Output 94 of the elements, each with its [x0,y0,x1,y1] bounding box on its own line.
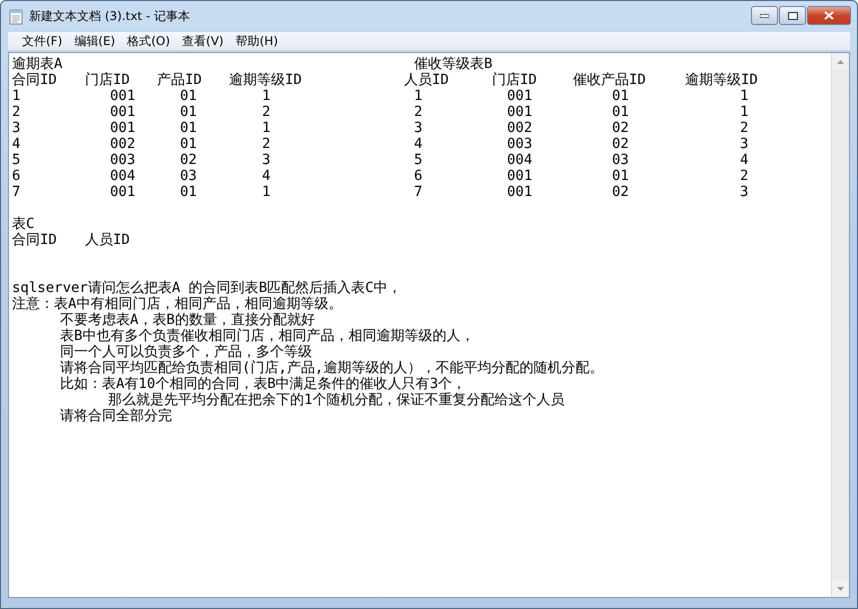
scroll-down-icon [837,586,844,590]
table-cell-text: 01 [611,104,630,120]
note-line: 请将合同全部分完 [60,408,172,424]
table-cell-text: 5 [12,152,22,168]
table-cell-text: 003 [109,152,136,168]
table-cell-text: 3 [261,152,272,168]
table-cell-text: 4 [413,136,424,152]
column-header: 人员ID [404,72,450,88]
maximize-icon [788,12,798,20]
table-cell-text: 02 [611,120,630,136]
menu-item[interactable]: 查看(V) [176,32,230,50]
table-cell-text: 3 [12,120,22,136]
note-line: 那么就是先平均分配在把余下的1个随机分配，保证不重复分配给这个人员 [108,392,564,408]
table-title: 催收等级表B [414,56,492,72]
column-header: 合同ID [12,72,58,88]
table-cell-text: 004 [109,168,136,184]
table-cell-text: 2 [261,136,272,152]
table-cell-text: 004 [506,152,534,168]
note-line: 请将合同平均匹配给负责相同(门店,产品,逾期等级的人），不能平均分配的随机分配。 [60,360,604,376]
menu-item[interactable]: 文件(F) [16,32,68,50]
table-cell-text: 001 [109,88,136,104]
table-cell-text: 001 [109,184,136,200]
table-cell-text: 4 [12,136,22,152]
table-cell-text: 01 [179,120,198,136]
table-cell-text: 01 [179,184,198,200]
column-header: 产品ID [157,72,203,88]
column-header: 门店ID [85,72,131,88]
table-title: 逾期表A [12,56,62,72]
minimize-button[interactable] [751,6,778,25]
note-line: 同一个人可以负责多个，产品，多个等级 [60,344,312,360]
menu-item[interactable]: 格式(O) [121,32,176,50]
table-cell-text: 001 [506,168,534,184]
table-cell-text: 3 [413,120,424,136]
table-cell-text: 1 [261,120,272,136]
window-title: 新建文本文档 (3).txt - 记事本 [29,8,192,25]
menu-item[interactable]: 帮助(H) [230,32,284,50]
table-cell-text: 4 [739,152,750,168]
table-cell-text: 002 [109,136,136,152]
column-header: 门店ID [492,72,538,88]
table-cell-text: 3 [739,136,750,152]
table-cell-text: 3 [739,184,750,200]
scrollbar[interactable] [831,53,849,597]
notepad-icon [9,8,23,24]
table-cell-text: 01 [611,168,630,184]
table-title: 表C [12,216,34,232]
table-cell-text: 2 [739,168,750,184]
table-cell-text: 01 [179,104,198,120]
column-header: 逾期等级ID [229,72,303,88]
table-cell-text: 02 [179,152,198,168]
table-cell-text: 7 [12,184,22,200]
table-cell-text: 4 [261,168,272,184]
column-header: 逾期等级ID [685,72,759,88]
column-header: 催收产品ID [573,72,647,88]
table-cell-text: 02 [611,136,630,152]
table-cell-text: 003 [506,136,534,152]
table-cell-text: 01 [179,88,198,104]
note-line: 比如：表A有10个相同的合同，表B中满足条件的催收人只有3个， [60,376,466,392]
table-cell-text: 7 [413,184,424,200]
note-line: 注意：表A中有相同门店，相同产品，相同逾期等级。 [12,296,342,312]
table-cell-text: 1 [12,88,22,104]
table-cell-text: 5 [413,152,424,168]
table-cell-text: 001 [506,88,534,104]
close-icon [824,11,834,20]
column-header: 人员ID [85,232,131,248]
note-line: 不要考虑表A，表B的数量，直接分配就好 [60,312,315,328]
table-cell-text: 1 [739,104,750,120]
note-line: sqlserver请问怎么把表A 的合同到表B匹配然后插入表C中， [12,280,402,296]
menu-item[interactable]: 编辑(E) [68,32,122,50]
table-cell-text: 002 [506,120,534,136]
table-cell-text: 03 [179,168,198,184]
table-cell-text: 001 [109,120,136,136]
table-cell-text: 2 [261,104,272,120]
table-cell-text: 03 [611,152,630,168]
table-cell-text: 1 [261,88,272,104]
table-cell-text: 2 [739,120,750,136]
note-line: 表B中也有多个负责催收相同门店，相同产品，相同逾期等级的人， [60,328,474,344]
table-cell-text: 01 [611,88,630,104]
table-cell-text: 1 [739,88,750,104]
table-cell-text: 01 [179,136,198,152]
minimize-icon [760,14,769,18]
table-cell-text: 02 [611,184,630,200]
table-cell-text: 2 [12,104,22,120]
table-cell-text: 6 [12,168,22,184]
table-cell-text: 6 [413,168,424,184]
maximize-button[interactable] [779,6,806,25]
close-button[interactable] [807,6,851,25]
table-cell-text: 001 [506,184,534,200]
table-cell-text: 1 [261,184,272,200]
column-header: 合同ID [12,232,58,248]
table-cell-text: 1 [413,88,424,104]
table-cell-text: 001 [506,104,534,120]
table-cell-text: 001 [109,104,136,120]
scroll-up-icon [837,60,844,64]
table-cell-text: 2 [413,104,424,120]
